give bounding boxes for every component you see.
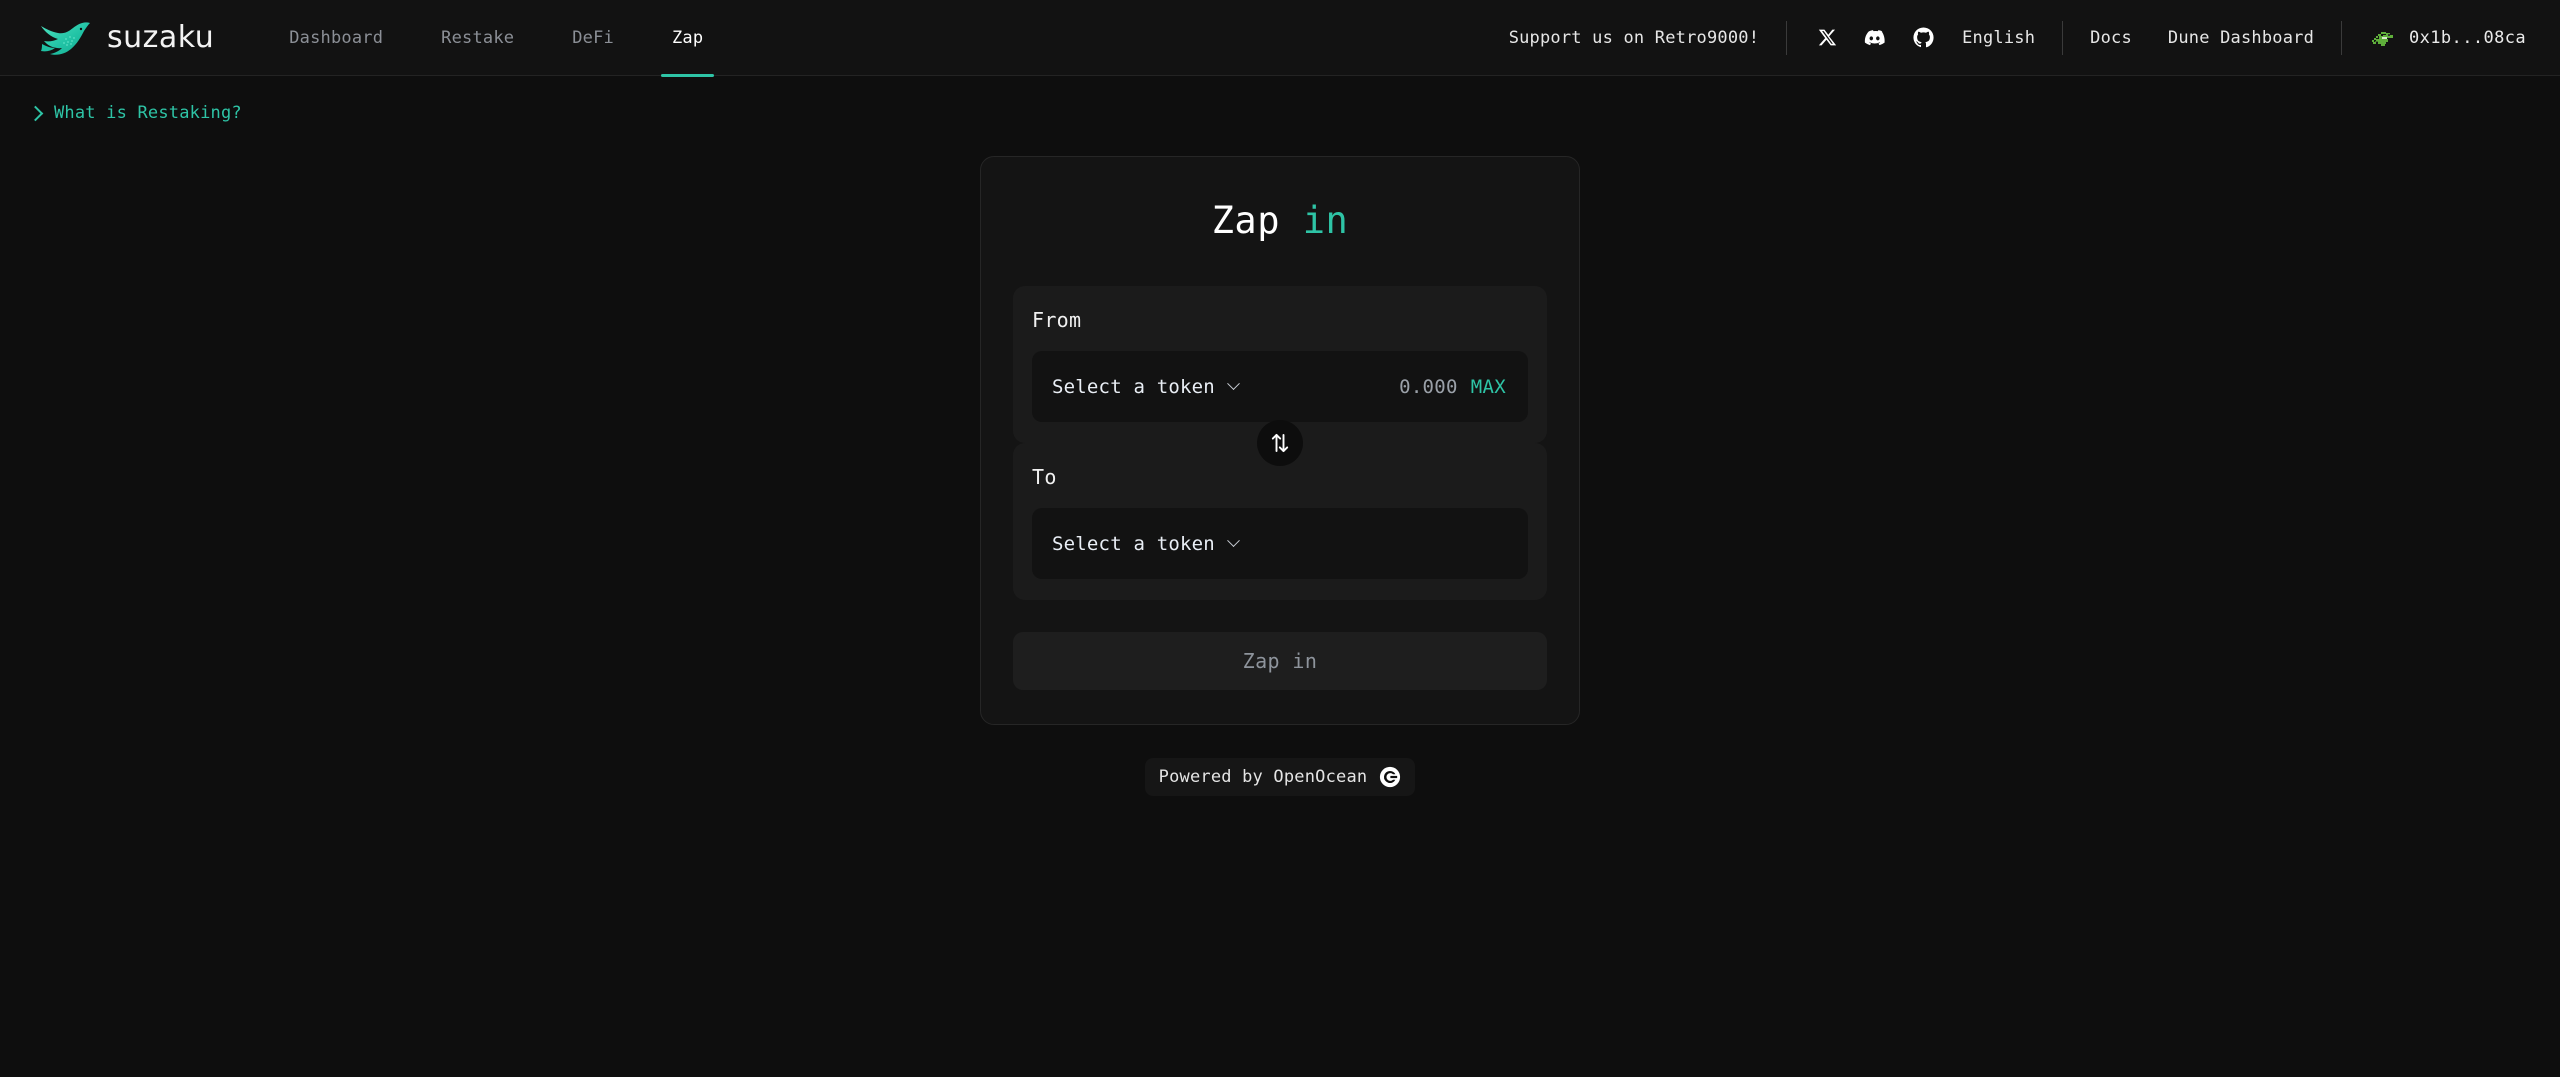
from-token-selector[interactable]: Select a token bbox=[1052, 375, 1240, 398]
brand-name: suzaku bbox=[107, 20, 215, 55]
swap-direction-button[interactable] bbox=[1257, 420, 1303, 466]
to-panel: To Select a token bbox=[1013, 443, 1547, 600]
dune-dashboard-link[interactable]: Dune Dashboard bbox=[2168, 28, 2314, 48]
nav-link-defi[interactable]: DeFi bbox=[543, 0, 643, 76]
chevron-right-icon bbox=[27, 105, 44, 121]
from-token-placeholder: Select a token bbox=[1052, 375, 1215, 398]
zap-in-submit-button[interactable]: Zap in bbox=[1013, 632, 1547, 690]
zap-card: Zap in From Select a token 0.000 MAX To … bbox=[980, 156, 1580, 725]
navbar-divider-2 bbox=[2062, 20, 2064, 55]
swap-vertical-arrows-icon bbox=[1268, 431, 1292, 455]
nav-link-zap[interactable]: Zap bbox=[643, 0, 732, 77]
wallet-button[interactable]: 0x1b...08ca bbox=[2369, 27, 2526, 49]
primary-nav: Dashboard Restake DeFi Zap bbox=[260, 0, 732, 77]
from-label: From bbox=[1032, 308, 1082, 332]
x-twitter-icon[interactable] bbox=[1814, 25, 1840, 51]
brand-logo-link[interactable]: suzaku bbox=[34, 18, 214, 58]
navbar-right-group: Support us on Retro9000! English Docs Du… bbox=[1509, 0, 2526, 75]
nav-link-dashboard[interactable]: Dashboard bbox=[260, 0, 412, 76]
wallet-address: 0x1b...08ca bbox=[2409, 27, 2526, 48]
chevron-down-icon bbox=[1227, 534, 1240, 548]
phoenix-bird-icon bbox=[34, 18, 96, 58]
discord-icon[interactable] bbox=[1862, 25, 1888, 51]
zap-card-title: Zap in bbox=[1013, 199, 1547, 242]
main-content: Zap in From Select a token 0.000 MAX To … bbox=[0, 123, 2560, 796]
what-is-restaking-toggle[interactable]: What is Restaking? bbox=[27, 103, 242, 123]
to-token-field: Select a token bbox=[1032, 508, 1528, 579]
docs-link[interactable]: Docs bbox=[2090, 28, 2132, 48]
from-amount-area: 0.000 MAX bbox=[1399, 376, 1506, 398]
chevron-down-icon bbox=[1227, 377, 1240, 391]
what-is-restaking-label: What is Restaking? bbox=[54, 103, 242, 123]
to-token-placeholder: Select a token bbox=[1052, 532, 1215, 555]
language-selector[interactable]: English bbox=[1962, 28, 2035, 48]
max-button[interactable]: MAX bbox=[1471, 376, 1506, 398]
navbar-left-group: suzaku Dashboard Restake DeFi Zap bbox=[34, 0, 732, 77]
external-links-group: Docs Dune Dashboard bbox=[2090, 28, 2314, 48]
zap-title-accent: in bbox=[1302, 199, 1349, 242]
wallet-avatar-icon bbox=[2369, 27, 2396, 49]
powered-by-badge: Powered by OpenOcean bbox=[1144, 758, 1416, 796]
github-icon[interactable] bbox=[1910, 25, 1936, 51]
top-navbar: suzaku Dashboard Restake DeFi Zap Suppor… bbox=[0, 0, 2560, 77]
zap-title-main: Zap bbox=[1211, 199, 1280, 242]
restaking-info-bar: What is Restaking? bbox=[0, 76, 2560, 123]
to-label: To bbox=[1032, 465, 1057, 489]
nav-link-restake[interactable]: Restake bbox=[412, 0, 543, 76]
from-token-field: Select a token 0.000 MAX bbox=[1032, 351, 1528, 422]
social-links-group bbox=[1814, 25, 1936, 51]
to-token-selector[interactable]: Select a token bbox=[1052, 532, 1240, 555]
support-retro9000-link[interactable]: Support us on Retro9000! bbox=[1509, 28, 1759, 48]
powered-by-text: Powered by OpenOcean bbox=[1158, 767, 1368, 787]
navbar-divider-3 bbox=[2341, 20, 2343, 55]
from-balance-value: 0.000 bbox=[1399, 375, 1458, 398]
navbar-divider-1 bbox=[1786, 20, 1788, 55]
openocean-logo-icon bbox=[1379, 766, 1401, 788]
